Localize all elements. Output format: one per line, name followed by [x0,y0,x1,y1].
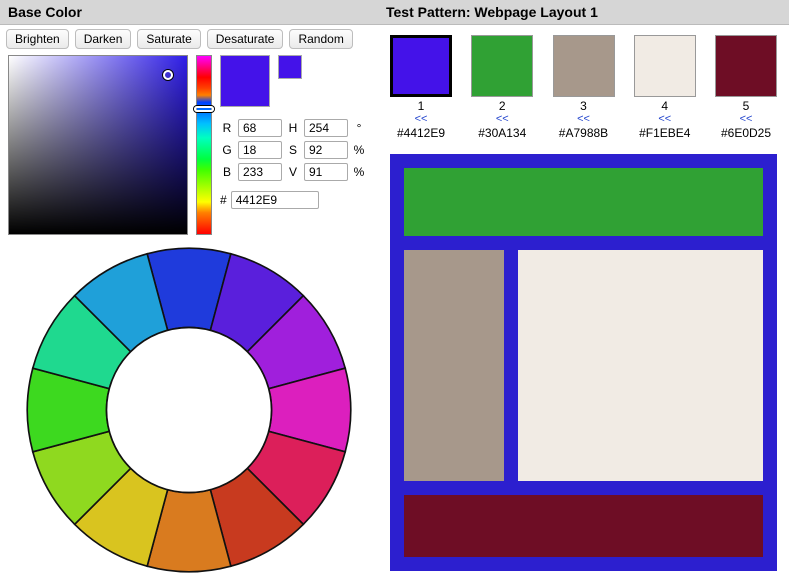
swatch-box[interactable] [634,35,696,97]
test-pattern-title: Test Pattern: Webpage Layout 1 [378,0,789,25]
swatch-prev-icon[interactable]: << [740,113,753,125]
swatch-prev-icon[interactable]: << [415,113,428,125]
swatch-number: 1 [418,99,425,113]
s-label: S [286,143,300,157]
swatch[interactable]: 5<<#6E0D25 [715,35,777,140]
hex-label: # [220,193,227,207]
r-input[interactable] [238,119,282,137]
hue-slider[interactable] [196,55,212,235]
layout-footer-block [404,495,763,557]
swatch-number: 5 [743,99,750,113]
hue-cursor-icon [194,106,214,112]
sv-cursor-icon [163,70,173,80]
swatch-row: 1<<#4412E92<<#30A1343<<#A7988B4<<#F1EBE4… [378,25,789,144]
swatch-prev-icon[interactable]: << [577,113,590,125]
brighten-button[interactable]: Brighten [6,29,69,49]
b-input[interactable] [238,163,282,181]
hex-input[interactable] [231,191,319,209]
swatch-number: 4 [661,99,668,113]
test-pattern-panel: Test Pattern: Webpage Layout 1 1<<#4412E… [378,0,789,583]
swatch-number: 2 [499,99,506,113]
swatch-hex: #30A134 [478,126,526,140]
swatch-box[interactable] [390,35,452,97]
swatch-box[interactable] [715,35,777,97]
s-input[interactable] [304,141,348,159]
layout-sidebar-block [404,250,504,481]
v-unit: % [352,165,366,179]
picker-row: R H ° G S % B V % # [0,53,378,237]
g-input[interactable] [238,141,282,159]
h-input[interactable] [304,119,348,137]
s-unit: % [352,143,366,157]
h-label: H [286,121,300,135]
base-color-toolbar: Brighten Darken Saturate Desaturate Rand… [0,25,378,53]
base-color-panel: Base Color Brighten Darken Saturate Desa… [0,0,378,583]
v-input[interactable] [304,163,348,181]
layout-preview [390,154,777,571]
saturation-value-picker[interactable] [8,55,188,235]
layout-mid-row [404,250,763,481]
h-unit: ° [352,121,366,135]
swatch-hex: #4412E9 [397,126,445,140]
swatch[interactable]: 4<<#F1EBE4 [634,35,696,140]
darken-button[interactable]: Darken [75,29,132,49]
swatch[interactable]: 3<<#A7988B [553,35,615,140]
swatch-prev-icon[interactable]: << [496,113,509,125]
swatch-box[interactable] [553,35,615,97]
random-button[interactable]: Random [289,29,352,49]
preview-and-values: R H ° G S % B V % # [220,55,366,209]
saturate-button[interactable]: Saturate [137,29,200,49]
swatch-prev-icon[interactable]: << [658,113,671,125]
v-label: V [286,165,300,179]
swatch[interactable]: 1<<#4412E9 [390,35,452,140]
b-label: B [220,165,234,179]
base-color-title: Base Color [0,0,378,25]
layout-main-block [518,250,763,481]
swatch-hex: #6E0D25 [721,126,771,140]
layout-header-block [404,168,763,236]
swatch-number: 3 [580,99,587,113]
r-label: R [220,121,234,135]
color-wheel-wrap [0,237,378,583]
color-preview-large [220,55,270,107]
swatch[interactable]: 2<<#30A134 [471,35,533,140]
swatch-box[interactable] [471,35,533,97]
g-label: G [220,143,234,157]
swatch-hex: #F1EBE4 [639,126,690,140]
desaturate-button[interactable]: Desaturate [207,29,284,49]
color-wheel[interactable] [24,245,354,575]
swatch-hex: #A7988B [559,126,608,140]
color-preview-small [278,55,302,79]
